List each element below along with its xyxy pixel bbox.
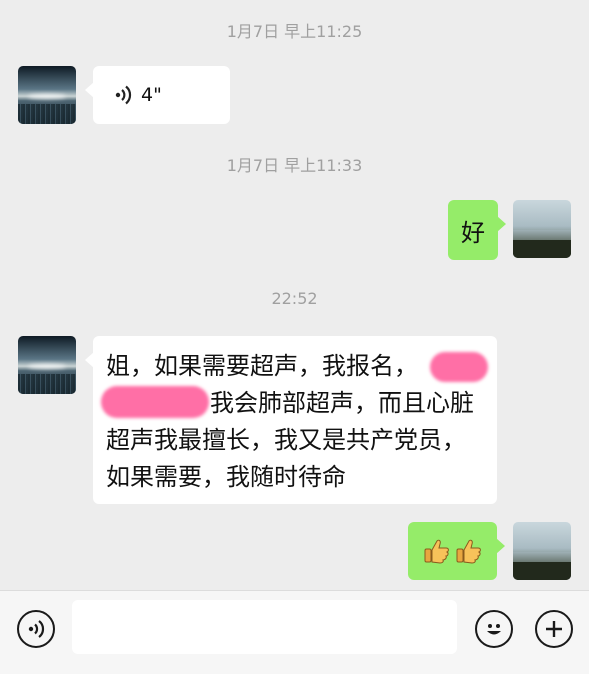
message-line: 超声我最擅长，我又是共产党员，	[106, 426, 466, 454]
my-text-bubble[interactable]: 好	[448, 200, 506, 260]
voice-duration: 4"	[141, 84, 162, 106]
plus-icon	[546, 621, 562, 637]
timestamp: 1月7日 早上11:25	[226, 22, 363, 41]
timestamp: 1月7日 早上11:33	[226, 156, 363, 175]
my-avatar[interactable]	[513, 522, 571, 580]
thumbs-up-icon	[456, 539, 481, 564]
timestamp: 22:52	[271, 289, 318, 308]
my-emoji-bubble[interactable]	[408, 522, 505, 580]
contact-text-bubble[interactable]: 姐，如果需要超声，我报名， 我会肺部超声，而且心脏 超声我最擅长，我又是共产党员…	[85, 336, 497, 504]
voice-wave-icon	[115, 85, 132, 105]
voice-message-bubble[interactable]: 4"	[85, 66, 230, 124]
message-line: 姐，如果需要超声，我报名，	[106, 352, 418, 380]
emoji-button[interactable]	[475, 610, 513, 648]
redaction-mark	[430, 352, 488, 382]
message-line: 我会肺部超声，而且心脏	[210, 389, 474, 417]
more-button[interactable]	[535, 610, 573, 648]
contact-avatar[interactable]	[18, 336, 76, 394]
voice-icon	[28, 620, 45, 638]
contact-avatar[interactable]	[18, 66, 76, 124]
message-input[interactable]	[72, 600, 457, 654]
thumbs-up-icon	[424, 539, 449, 564]
redaction-mark	[101, 386, 209, 418]
voice-input-button[interactable]	[17, 610, 55, 648]
input-bar	[0, 590, 589, 674]
chat-area[interactable]: 1月7日 早上11:25 4" 1月7日 早上11:33 好 22:52 姐，如…	[0, 0, 589, 590]
message-line: 如果需要，我随时待命	[106, 463, 346, 491]
smiley-icon	[487, 624, 501, 635]
my-avatar[interactable]	[513, 200, 571, 258]
